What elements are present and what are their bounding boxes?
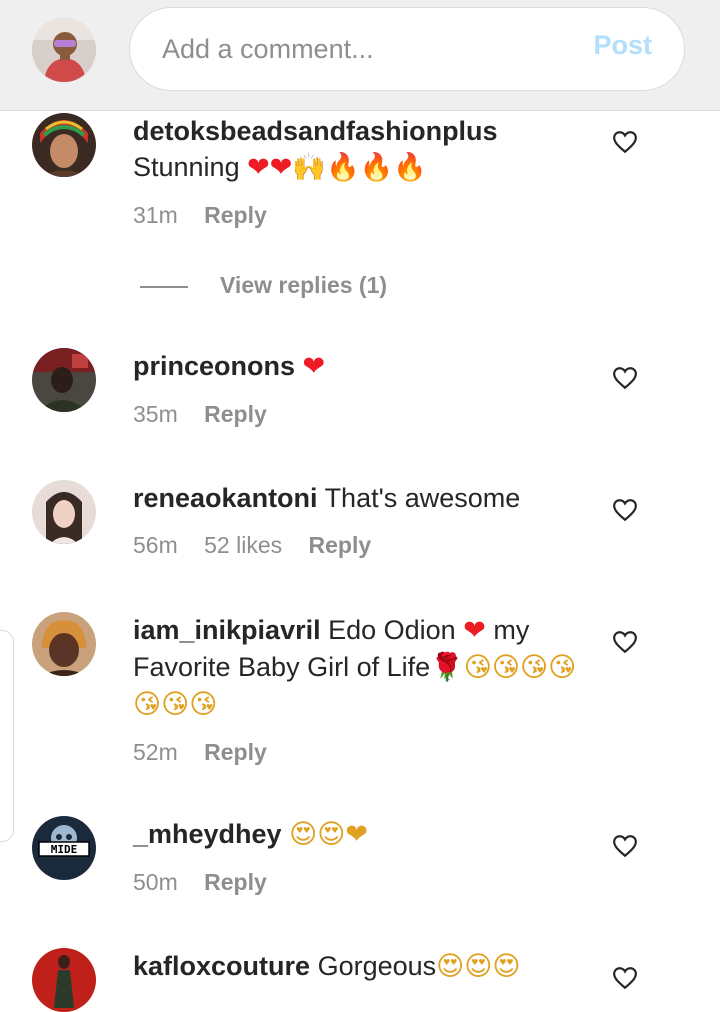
view-replies-label: View replies (1) [220, 272, 388, 298]
post-button[interactable]: Post [593, 30, 652, 61]
comment-composer-bar: Post [0, 0, 720, 111]
comment-body: princeonons ❤ 35m Reply [133, 348, 593, 429]
comment-emojis: ❤ [302, 351, 326, 382]
my-avatar-image [32, 18, 96, 82]
comment-text: _mheydhey 😍😍❤ [133, 816, 593, 853]
heart-icon[interactable] [612, 129, 638, 155]
comment-username[interactable]: princeonons [133, 351, 295, 381]
comment-meta: 52m Reply [133, 737, 593, 767]
comment-emojis: ❤❤🙌🔥🔥🔥 [247, 152, 427, 183]
comment-time: 31m [133, 202, 178, 228]
avatar[interactable] [32, 348, 96, 412]
comment-body: detoksbeadsandfashionplus Stunning ❤❤🙌🔥🔥… [133, 113, 593, 230]
comment-username[interactable]: iam_inikpiavril [133, 615, 321, 645]
comment-meta: 50m Reply [133, 867, 593, 897]
comment-body: _mheydhey 😍😍❤ 50m Reply [133, 816, 593, 897]
avatar[interactable] [32, 113, 96, 177]
comment-text: princeonons ❤ [133, 348, 593, 385]
avatar[interactable] [32, 612, 96, 676]
avatar-image: MIDE [32, 816, 96, 880]
comment-input[interactable] [162, 26, 582, 72]
avatar[interactable]: MIDE [32, 816, 96, 880]
heart-icon[interactable] [612, 629, 638, 655]
comment-message: Stunning [133, 152, 240, 182]
comment-body: kafloxcouture Gorgeous😍😍😍 [133, 948, 593, 985]
comment-emojis: 😍😍❤ [289, 819, 369, 850]
comment-message: That's awesome [324, 483, 521, 513]
comment-username[interactable]: reneaokantoni [133, 483, 318, 513]
reply-button[interactable]: Reply [204, 401, 267, 427]
avatar-image [32, 948, 96, 1012]
view-replies-line [140, 285, 188, 288]
avatar-badge-text: MIDE [51, 843, 78, 856]
comment-username[interactable]: detoksbeadsandfashionplus [133, 116, 498, 146]
view-replies-button[interactable]: View replies (1) [140, 270, 387, 300]
comment-emojis: ❤ [463, 615, 486, 646]
comment-text: iam_inikpiavril Edo Odion ❤ my Favorite … [133, 612, 593, 723]
comment-meta: 56m 52 likes Reply [133, 530, 593, 560]
comment-meta: 35m Reply [133, 399, 593, 429]
avatar-image [32, 348, 96, 412]
heart-icon[interactable] [612, 833, 638, 859]
side-panel-edge [0, 630, 14, 842]
comment-time: 52m [133, 739, 178, 765]
heart-icon[interactable] [612, 965, 638, 991]
avatar-image [32, 480, 96, 544]
avatar[interactable] [32, 948, 96, 1012]
comment-emojis: 😍😍😍 [436, 951, 521, 982]
heart-icon[interactable] [612, 497, 638, 523]
reply-button[interactable]: Reply [204, 869, 267, 895]
comment-username[interactable]: kafloxcouture [133, 951, 310, 981]
comment-likes[interactable]: 52 likes [204, 532, 282, 558]
reply-button[interactable]: Reply [204, 739, 267, 765]
comment-input-box[interactable]: Post [129, 7, 685, 91]
my-avatar[interactable] [32, 18, 96, 82]
heart-icon[interactable] [612, 365, 638, 391]
comment-body: iam_inikpiavril Edo Odion ❤ my Favorite … [133, 612, 593, 767]
reply-button[interactable]: Reply [204, 202, 267, 228]
comment-time: 56m [133, 532, 178, 558]
comment-text: kafloxcouture Gorgeous😍😍😍 [133, 948, 593, 985]
avatar-image [32, 612, 96, 676]
comment-time: 50m [133, 869, 178, 895]
avatar[interactable] [32, 480, 96, 544]
comment-message: Edo Odion [328, 615, 456, 645]
comment-text: detoksbeadsandfashionplus Stunning ❤❤🙌🔥🔥… [133, 113, 593, 186]
comment-text: reneaokantoni That's awesome [133, 480, 593, 516]
comment-message: Gorgeous [317, 951, 437, 981]
comment-username[interactable]: _mheydhey [133, 819, 282, 849]
comment-body: reneaokantoni That's awesome 56m 52 like… [133, 480, 593, 560]
reply-button[interactable]: Reply [309, 532, 372, 558]
comment-time: 35m [133, 401, 178, 427]
comment-meta: 31m Reply [133, 200, 593, 230]
avatar-image [32, 113, 96, 177]
